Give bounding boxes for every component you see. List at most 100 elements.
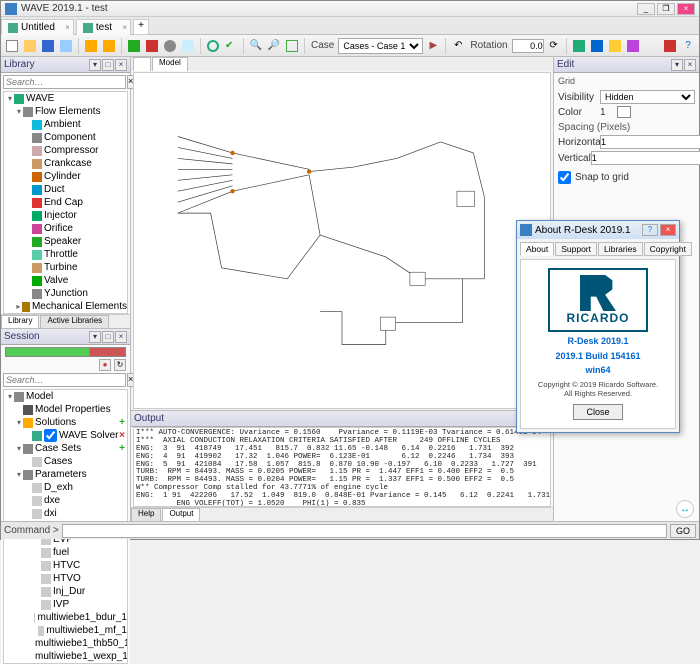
refresh-icon[interactable]: [205, 38, 221, 54]
tab-copyright[interactable]: Copyright: [644, 242, 692, 256]
view-d-icon[interactable]: [625, 38, 641, 54]
tree-item[interactable]: dxe: [4, 494, 127, 507]
horizontal-input[interactable]: [600, 135, 700, 149]
stop-icon[interactable]: [144, 38, 160, 54]
tree-item[interactable]: ▾Flow Elements: [4, 105, 127, 118]
snap-checkbox[interactable]: [558, 171, 571, 184]
tree-item[interactable]: Cases: [4, 455, 127, 468]
tree-item[interactable]: Crankcase: [4, 157, 127, 170]
undo-icon[interactable]: [83, 38, 99, 54]
copy-icon[interactable]: [58, 38, 74, 54]
tree-item[interactable]: ▾Case Sets+: [4, 442, 127, 455]
vertical-input[interactable]: [591, 151, 700, 165]
tree-action-icon[interactable]: +: [119, 443, 127, 454]
view-b-icon[interactable]: [589, 38, 605, 54]
tree-twisty-icon[interactable]: ▾: [15, 470, 23, 479]
doc-tab-untitled[interactable]: Untitled×: [1, 19, 74, 35]
open-icon[interactable]: [22, 38, 38, 54]
panel-undock-button[interactable]: □: [102, 59, 114, 71]
tree-twisty-icon[interactable]: ▾: [6, 94, 14, 103]
tab-active-libraries[interactable]: Active Libraries: [40, 315, 109, 328]
run-icon[interactable]: [126, 38, 142, 54]
tree-item[interactable]: ▾Parameters: [4, 468, 127, 481]
library-tree[interactable]: ▾WAVE▾Flow ElementsAmbientComponentCompr…: [3, 91, 128, 314]
go-button[interactable]: GO: [670, 524, 696, 538]
tree-item[interactable]: WAVE Solver×: [4, 429, 127, 442]
zoom-fit-icon[interactable]: [284, 38, 300, 54]
tree-item[interactable]: fuel: [4, 546, 127, 559]
tab-library[interactable]: Library: [1, 315, 39, 328]
tree-item[interactable]: multiwiebe1_wexp_1: [4, 650, 127, 663]
tree-item[interactable]: dxi: [4, 507, 127, 520]
redo-icon[interactable]: [101, 38, 117, 54]
tree-item[interactable]: Valve: [4, 274, 127, 287]
zoom-out-icon[interactable]: 🔎: [266, 38, 282, 54]
panel-close-button[interactable]: ×: [684, 59, 696, 71]
add-tab-button[interactable]: +: [133, 19, 149, 35]
rotation-input[interactable]: [512, 39, 544, 53]
panel-close-button[interactable]: ×: [115, 59, 127, 71]
tree-item[interactable]: IVP: [4, 598, 127, 611]
close-icon[interactable]: ×: [122, 23, 127, 32]
tree-item[interactable]: ▾WAVE: [4, 92, 127, 105]
tree-item[interactable]: ▸Mechanical Elements: [4, 300, 127, 313]
zoom-in-icon[interactable]: 🔍: [248, 38, 264, 54]
color-swatch[interactable]: [617, 106, 631, 118]
tree-twisty-icon[interactable]: ▸: [15, 302, 22, 311]
new-icon[interactable]: [4, 38, 20, 54]
panel-menu-button[interactable]: ▾: [89, 59, 101, 71]
tab-output[interactable]: Output: [162, 508, 200, 521]
panel-menu-button[interactable]: ▾: [89, 331, 101, 343]
tree-item[interactable]: Compressor: [4, 144, 127, 157]
rotate-step-icon[interactable]: ⟳: [546, 38, 562, 54]
case-next-icon[interactable]: ▶: [425, 38, 441, 54]
tree-item[interactable]: Speaker: [4, 235, 127, 248]
tree-item[interactable]: Throttle: [4, 248, 127, 261]
session-refresh-button[interactable]: ↻: [114, 359, 126, 371]
tab-help[interactable]: Help: [131, 508, 161, 521]
help-icon[interactable]: ?: [680, 38, 696, 54]
tree-item[interactable]: ▾Solutions+: [4, 416, 127, 429]
tree-twisty-icon[interactable]: ▾: [15, 444, 23, 453]
tree-item[interactable]: Turbine: [4, 261, 127, 274]
tree-twisty-icon[interactable]: ▾: [15, 418, 23, 427]
gear-icon[interactable]: [162, 38, 178, 54]
case-select[interactable]: Cases - Case 1: [338, 38, 423, 54]
session-stop-button[interactable]: ●: [99, 359, 111, 371]
check-icon[interactable]: ✔: [223, 38, 239, 54]
script-icon[interactable]: [180, 38, 196, 54]
chart-icon[interactable]: [662, 38, 678, 54]
close-icon[interactable]: ×: [65, 23, 70, 32]
command-input[interactable]: [62, 524, 667, 538]
tree-item[interactable]: Inj_Dur: [4, 585, 127, 598]
tree-item[interactable]: Injector: [4, 209, 127, 222]
tree-item[interactable]: multiwiebe1_mf_1: [4, 624, 127, 637]
tree-item[interactable]: Orifice: [4, 222, 127, 235]
dialog-close-button[interactable]: ×: [660, 224, 676, 236]
tree-item[interactable]: Ambient: [4, 118, 127, 131]
tree-item[interactable]: HTVC: [4, 559, 127, 572]
about-close-button[interactable]: Close: [573, 404, 623, 420]
rotate-left-icon[interactable]: ↶: [450, 38, 466, 54]
tab-about[interactable]: About: [520, 242, 554, 256]
doc-tab-test[interactable]: test×: [76, 19, 131, 35]
tree-twisty-icon[interactable]: ▾: [6, 392, 14, 401]
minimize-button[interactable]: _: [637, 3, 655, 15]
maximize-button[interactable]: ❐: [657, 3, 675, 15]
session-search-input[interactable]: [3, 373, 126, 387]
save-icon[interactable]: [40, 38, 56, 54]
visibility-select[interactable]: Hidden: [600, 90, 695, 104]
tree-item[interactable]: Model Properties: [4, 403, 127, 416]
tree-item[interactable]: D_exh: [4, 481, 127, 494]
teamviewer-icon[interactable]: ↔: [676, 500, 694, 518]
tree-action-icon[interactable]: +: [119, 417, 127, 428]
panel-close-button[interactable]: ×: [115, 331, 127, 343]
tree-checkbox[interactable]: [44, 429, 57, 442]
tree-item[interactable]: multiwiebe1_bdur_1: [4, 611, 127, 624]
canvas-tab-model[interactable]: Model: [152, 57, 188, 71]
tree-item[interactable]: Cylinder: [4, 170, 127, 183]
close-button[interactable]: ×: [677, 3, 695, 15]
model-canvas[interactable]: [133, 72, 551, 409]
tree-item[interactable]: multiwiebe1_thb50_1: [4, 637, 127, 650]
dialog-help-button[interactable]: ?: [642, 224, 658, 236]
